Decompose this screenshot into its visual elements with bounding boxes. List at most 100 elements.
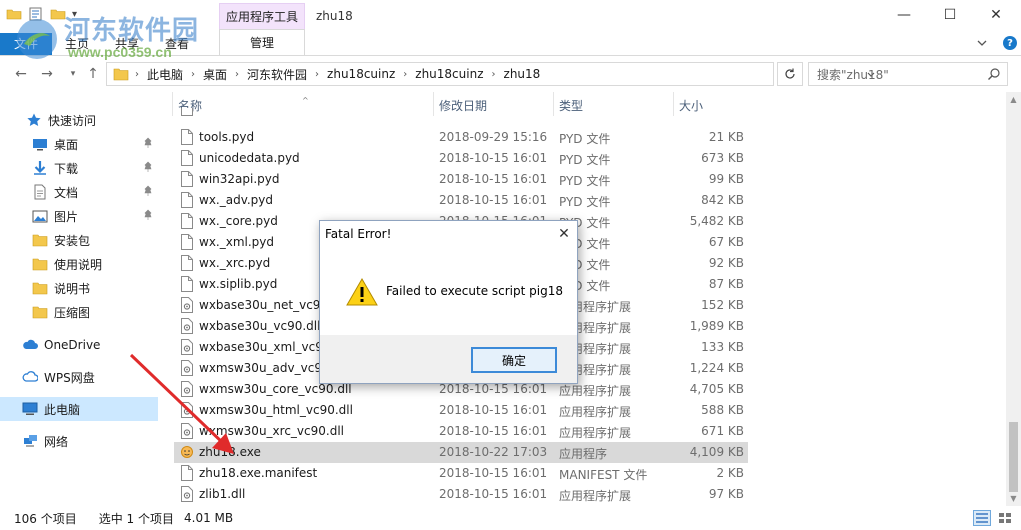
address-bar[interactable]: › 此电脑 › 桌面 › 河东软件园 › zhu18cuinz › zhu18c…: [106, 62, 875, 86]
breadcrumb-separator-icon[interactable]: ›: [235, 69, 239, 80]
pin-icon[interactable]: [142, 161, 154, 173]
file-name: wx._adv.pyd: [199, 193, 274, 207]
pin-icon[interactable]: [142, 137, 154, 149]
properties-icon[interactable]: [28, 6, 44, 22]
dialog-title-bar[interactable]: Fatal Error! ✕: [320, 221, 577, 247]
dll-icon: [181, 318, 193, 334]
file-date: 2018-10-15 16:01: [439, 151, 548, 165]
breadcrumb-zhu18cuinz-1[interactable]: zhu18cuinz: [327, 67, 395, 81]
search-icon[interactable]: [987, 67, 1001, 81]
file-icon: [181, 129, 193, 145]
folder-icon[interactable]: [6, 6, 22, 22]
dialog-close-button[interactable]: ✕: [553, 224, 575, 244]
file-icon: [181, 276, 193, 292]
table-row[interactable]: zlib1.dll 2018-10-15 16:01 应用程序扩展 97 KB: [174, 484, 748, 505]
breadcrumb-separator-icon[interactable]: ›: [135, 69, 139, 80]
sidebar-item-downloads[interactable]: 下载: [0, 156, 158, 180]
forward-icon[interactable]: →: [38, 66, 56, 82]
file-name: wxmsw30u_core_vc90.dll: [199, 382, 352, 396]
dll-icon: [181, 360, 193, 376]
breadcrumb-separator-icon[interactable]: ›: [315, 69, 319, 80]
sidebar-item-documents[interactable]: 文档: [0, 180, 158, 204]
new-folder-icon[interactable]: [50, 6, 66, 22]
scroll-up-icon[interactable]: ▲: [1006, 92, 1021, 107]
table-row[interactable]: zhu18.exe 2018-10-22 17:03 应用程序 4,109 KB: [174, 442, 748, 463]
file-size: 2 KB: [716, 466, 744, 480]
dll-icon: [181, 297, 193, 313]
tab-view[interactable]: 查看: [152, 33, 202, 55]
folder-icon: [113, 68, 129, 81]
quick-access-toolbar: ▾: [6, 6, 77, 22]
minimize-button[interactable]: —: [881, 0, 927, 30]
breadcrumb-separator-icon[interactable]: ›: [492, 69, 496, 80]
maximize-button[interactable]: ☐: [927, 0, 973, 30]
sidebar-item-network[interactable]: 网络: [0, 429, 158, 453]
table-row[interactable]: [174, 108, 748, 117]
file-size: 97 KB: [708, 487, 744, 501]
breadcrumb-zhu18cuinz-2[interactable]: zhu18cuinz: [415, 67, 483, 81]
file-name: wxmsw30u_xrc_vc90.dll: [199, 424, 344, 438]
file-size: 133 KB: [701, 340, 744, 354]
file-type: PYD 文件: [559, 174, 611, 188]
recent-locations-icon[interactable]: ▾: [64, 66, 82, 82]
ok-button[interactable]: 确定: [471, 347, 557, 373]
column-divider[interactable]: [172, 92, 173, 116]
back-icon[interactable]: ←: [12, 66, 30, 82]
pin-icon[interactable]: [142, 209, 154, 221]
tab-home[interactable]: 主页: [52, 33, 102, 55]
breadcrumb-zhu18[interactable]: zhu18: [504, 67, 541, 81]
file-size: 4,705 KB: [689, 382, 744, 396]
details-view-button[interactable]: [973, 510, 991, 526]
close-button[interactable]: ✕: [973, 0, 1019, 30]
ribbon-expand-icon[interactable]: [975, 36, 989, 50]
breadcrumb-separator-icon[interactable]: ›: [191, 69, 195, 80]
tab-share[interactable]: 共享: [102, 33, 152, 55]
help-icon[interactable]: ?: [1003, 36, 1017, 50]
breadcrumb-hedong[interactable]: 河东软件园: [247, 66, 307, 83]
scroll-down-icon[interactable]: ▼: [1006, 491, 1021, 506]
table-row[interactable]: unicodedata.pyd 2018-10-15 16:01 PYD 文件 673…: [174, 148, 748, 169]
file-type: PYD 文件: [559, 132, 611, 146]
large-icons-view-icon: [999, 513, 1011, 523]
sidebar-item-installers[interactable]: 安装包: [0, 228, 158, 252]
file-size: 588 KB: [701, 403, 744, 417]
sidebar-item-pictures[interactable]: 图片: [0, 204, 158, 228]
table-row[interactable]: wxmsw30u_xrc_vc90.dll 2018-10-15 16:01 应用程…: [174, 421, 748, 442]
sidebar-item-usage-guide[interactable]: 使用说明: [0, 252, 158, 276]
sidebar-item-onedrive[interactable]: OneDrive: [0, 333, 158, 357]
sidebar-item-label: WPS网盘: [44, 370, 95, 385]
table-row[interactable]: zhu18.exe.manifest 2018-10-15 16:01 MANIFE…: [174, 463, 748, 484]
sidebar-item-label: 图片: [54, 209, 79, 224]
sidebar-item-this-pc[interactable]: 此电脑: [0, 397, 158, 421]
table-row[interactable]: wx._adv.pyd 2018-10-15 16:01 PYD 文件 842 KB: [174, 190, 748, 211]
vertical-scrollbar[interactable]: ▲ ▼: [1006, 92, 1021, 506]
table-row[interactable]: win32api.pyd 2018-10-15 16:01 PYD 文件 99 KB: [174, 169, 748, 190]
table-row[interactable]: tools.pyd 2018-09-29 15:16 PYD 文件 21 KB: [174, 127, 748, 148]
sidebar-item-wps-cloud[interactable]: WPS网盘: [0, 365, 158, 389]
file-type: MANIFEST 文件: [559, 468, 648, 482]
search-input[interactable]: 搜索"zhu18": [808, 62, 1008, 86]
file-name: unicodedata.pyd: [199, 151, 300, 165]
pin-icon[interactable]: [142, 185, 154, 197]
sidebar-item-manual[interactable]: 说明书: [0, 276, 158, 300]
tab-manage[interactable]: 管理: [219, 29, 305, 55]
dll-icon: [181, 339, 193, 355]
table-row[interactable]: wxmsw30u_html_vc90.dll 2018-10-15 16:01 应用…: [174, 400, 748, 421]
up-icon[interactable]: ↑: [84, 66, 102, 82]
breadcrumb-desktop[interactable]: 桌面: [203, 66, 227, 83]
large-icons-view-button[interactable]: [996, 510, 1014, 526]
breadcrumb-separator-icon[interactable]: ›: [403, 69, 407, 80]
customize-qat-icon[interactable]: ▾: [72, 9, 77, 20]
sidebar-item-compressed-images[interactable]: 压缩图: [0, 300, 158, 324]
breadcrumb-this-pc[interactable]: 此电脑: [147, 66, 183, 83]
file-size: 21 KB: [708, 130, 744, 144]
refresh-button[interactable]: [777, 62, 803, 86]
dialog-title: Fatal Error!: [325, 227, 392, 241]
status-bar: 106 个项目 选中 1 个项目 4.01 MB: [0, 506, 1021, 530]
sidebar-item-desktop[interactable]: 桌面: [0, 132, 158, 156]
scrollbar-thumb[interactable]: [1009, 422, 1018, 492]
sidebar-item-quick-access[interactable]: 快速访问: [0, 108, 158, 132]
tab-file[interactable]: 文件: [0, 33, 52, 55]
file-icon: [181, 192, 193, 208]
desktop-icon: [33, 139, 47, 151]
